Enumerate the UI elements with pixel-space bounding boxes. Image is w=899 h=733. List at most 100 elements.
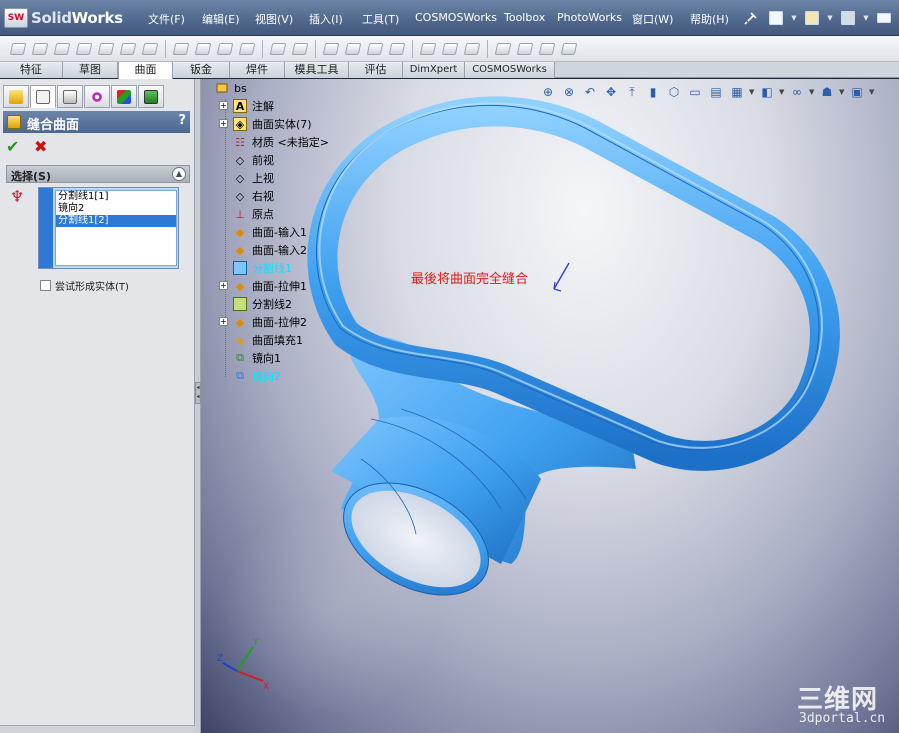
menu-help[interactable]: 帮助(H) <box>690 11 729 27</box>
solidworks-logo[interactable]: SW SolidWorks <box>4 7 123 29</box>
chevron-down-icon[interactable]: ▼ <box>862 7 870 29</box>
swept-surface-icon[interactable] <box>52 39 72 59</box>
thicken-icon[interactable] <box>418 39 438 59</box>
chevron-down-icon[interactable]: ▼ <box>826 7 834 29</box>
tree-node-front-plane[interactable]: ◇ 前视 <box>233 152 274 168</box>
view-settings-icon[interactable]: ▣ <box>848 83 866 101</box>
expand-icon[interactable]: + <box>219 317 228 326</box>
four-view-icon[interactable]: ▦ <box>728 83 746 101</box>
edit-appearance-icon[interactable]: ☗ <box>818 83 836 101</box>
reference-geometry-icon[interactable] <box>537 39 557 59</box>
list-item[interactable]: 分割线1[1] <box>56 191 176 203</box>
untrim-surface-icon[interactable] <box>365 39 385 59</box>
rotate-icon[interactable]: ⤒ <box>623 83 641 101</box>
cut-with-surface-icon[interactable] <box>462 39 482 59</box>
tree-node-surface-extrude2[interactable]: + ◆ 曲面-拉伸2 <box>219 314 307 330</box>
extend-surface-icon[interactable] <box>321 39 341 59</box>
chevron-down-icon[interactable]: ▼ <box>790 7 798 29</box>
pan-icon[interactable]: ✥ <box>602 83 620 101</box>
chevron-down-icon[interactable]: ▼ <box>809 88 815 96</box>
tree-node-origin[interactable]: ⊥ 原点 <box>233 206 274 222</box>
menu-insert[interactable]: 插入(I) <box>309 11 343 27</box>
tree-node-material[interactable]: ☷ 材质 <未指定> <box>233 134 329 150</box>
section-view-icon[interactable]: ▮ <box>644 83 662 101</box>
expand-icon[interactable]: + <box>219 119 228 128</box>
tree-root[interactable]: bs <box>215 80 247 96</box>
chevron-down-icon[interactable]: ▼ <box>869 88 875 96</box>
ok-button[interactable]: ✔ <box>6 137 19 156</box>
planar-surface-icon[interactable] <box>171 39 191 59</box>
tab-features[interactable]: 特征 <box>0 62 63 78</box>
print-icon[interactable] <box>873 7 895 29</box>
lofted-surface-icon[interactable] <box>74 39 94 59</box>
zoom-to-fit-icon[interactable]: ⊕ <box>539 83 557 101</box>
thickened-cut-icon[interactable] <box>440 39 460 59</box>
cancel-button[interactable]: ✖ <box>34 137 47 156</box>
menu-photoworks[interactable]: PhotoWorks <box>557 11 622 24</box>
split-line-icon[interactable] <box>493 39 513 59</box>
menu-file[interactable]: 文件(F) <box>148 11 185 27</box>
fill-surface-icon[interactable] <box>215 39 235 59</box>
open-document-icon[interactable] <box>801 7 823 29</box>
list-item[interactable]: 分割线1[2] <box>56 215 176 227</box>
tree-node-split-line2[interactable]: 分割线2 <box>233 296 292 312</box>
tab-cosmosworks[interactable]: COSMOSWorks <box>465 62 555 78</box>
tree-node-surface-import1[interactable]: ◆ 曲面-输入1 <box>233 224 307 240</box>
new-document-icon[interactable] <box>765 7 787 29</box>
delete-face-icon[interactable] <box>268 39 288 59</box>
checkbox[interactable] <box>40 280 51 291</box>
tab-weldments[interactable]: 焊件 <box>230 62 285 78</box>
selection-list[interactable]: 分割线1[1] 镜向2 分割线1[2] <box>38 187 179 269</box>
previous-view-icon[interactable]: ↶ <box>581 83 599 101</box>
list-item[interactable]: 镜向2 <box>56 203 176 215</box>
tree-node-annotations[interactable]: + A 注解 <box>219 98 274 114</box>
tree-node-surface-import2[interactable]: ◆ 曲面-输入2 <box>233 242 307 258</box>
menu-tools[interactable]: 工具(T) <box>362 11 399 27</box>
trim-surface-icon[interactable] <box>343 39 363 59</box>
configuration-manager-tab[interactable] <box>57 85 83 108</box>
try-form-solid-checkbox[interactable]: 尝试形成实体(T) <box>40 278 129 293</box>
menu-cosmosworks[interactable]: COSMOSWorks <box>415 11 497 24</box>
radiate-surface-icon[interactable] <box>140 39 160 59</box>
two-view-icon[interactable]: ▤ <box>707 83 725 101</box>
zoom-to-area-icon[interactable]: ⊗ <box>560 83 578 101</box>
hide-show-icon[interactable]: ∞ <box>788 83 806 101</box>
display-manager-tab[interactable] <box>111 85 137 108</box>
tree-node-mirror1[interactable]: ⧉ 镜向1 <box>233 350 281 366</box>
display-style-icon[interactable]: ◧ <box>758 83 776 101</box>
fillet-icon[interactable] <box>193 39 213 59</box>
tree-node-surface-fill1[interactable]: ◈ 曲面填充1 <box>233 332 303 348</box>
chevron-down-icon[interactable]: ▼ <box>749 88 755 96</box>
appearance-tab[interactable] <box>138 85 164 108</box>
tab-mold-tools[interactable]: 模具工具 <box>285 62 349 78</box>
menu-view[interactable]: 视图(V) <box>255 11 293 27</box>
mid-surface-icon[interactable] <box>559 39 579 59</box>
property-manager-tab[interactable] <box>30 85 56 108</box>
single-view-icon[interactable]: ▭ <box>686 83 704 101</box>
pin-icon[interactable] <box>740 7 762 29</box>
graphics-viewport[interactable]: ⊕ ⊗ ↶ ✥ ⤒ ▮ ⬡ ▭ ▤ ▦ ▼ ◧ ▼ ∞ ▼ ☗ ▼ ▣ ▼ bs… <box>201 79 899 733</box>
replace-face-icon[interactable] <box>290 39 310 59</box>
tree-node-mirror2[interactable]: ⧉ 镜向2 <box>233 368 281 384</box>
knit-surface-icon[interactable] <box>387 39 407 59</box>
dimxpert-manager-tab[interactable] <box>84 85 110 108</box>
tree-node-surface-extrude1[interactable]: + ◆ 曲面-拉伸1 <box>219 278 307 294</box>
offset-surface-icon[interactable] <box>118 39 138 59</box>
tab-evaluate[interactable]: 评估 <box>349 62 403 78</box>
chevron-down-icon[interactable]: ▼ <box>779 88 785 96</box>
expand-icon[interactable]: + <box>219 281 228 290</box>
chevron-down-icon[interactable]: ▼ <box>839 88 845 96</box>
collapse-icon[interactable]: ▲ <box>172 167 186 181</box>
menu-window[interactable]: 窗口(W) <box>632 11 673 27</box>
tree-node-right-plane[interactable]: ◇ 右视 <box>233 188 274 204</box>
tab-surfaces[interactable]: 曲面 <box>118 62 173 79</box>
view-orientation-icon[interactable]: ⬡ <box>665 83 683 101</box>
selection-section-header[interactable]: 选择(S) ▲ <box>6 165 190 183</box>
menu-edit[interactable]: 编辑(E) <box>202 11 240 27</box>
tab-dimxpert[interactable]: DimXpert <box>403 62 465 78</box>
tree-node-split-line1[interactable]: 分割线1 <box>233 260 292 276</box>
tab-sheet-metal[interactable]: 钣金 <box>173 62 230 78</box>
help-button[interactable]: ? <box>178 113 186 128</box>
menu-toolbox[interactable]: Toolbox <box>504 11 545 24</box>
extruded-surface-icon[interactable] <box>8 39 28 59</box>
